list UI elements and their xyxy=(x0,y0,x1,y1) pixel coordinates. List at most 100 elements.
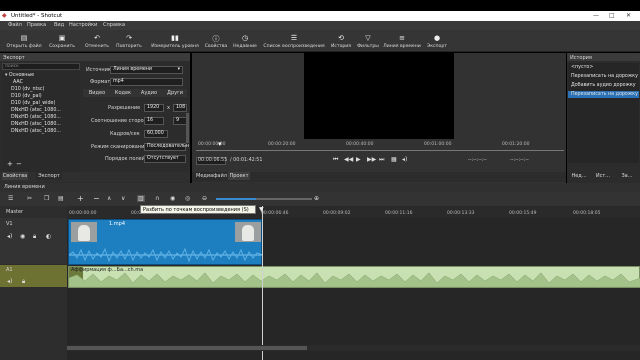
menu-file[interactable]: Файл xyxy=(8,23,22,28)
aspect-b-input[interactable]: 9 xyxy=(173,117,187,125)
tab-source[interactable]: Медиафайл xyxy=(196,172,227,180)
remove-icon[interactable]: − xyxy=(93,194,100,203)
preset-item[interactable]: DNxHD (atsc_1080... xyxy=(2,114,80,121)
redo-button[interactable]: ↷ Повторить xyxy=(113,30,145,52)
tab-history[interactable]: Ист... xyxy=(593,172,613,180)
audio-clip[interactable]: Аффирмация ф...Ба...ch.ma xyxy=(68,266,640,288)
vertical-scrollbar[interactable] xyxy=(186,113,189,143)
preset-item[interactable]: D10 (dv_pal) xyxy=(2,93,80,100)
menu-edit[interactable]: Правка xyxy=(27,23,46,28)
add-preset-button[interactable]: + xyxy=(7,161,13,168)
cut-icon[interactable]: ✂ xyxy=(27,195,32,202)
tab-project[interactable]: Проект xyxy=(228,172,250,180)
zoom-slider[interactable] xyxy=(216,198,312,200)
preset-item[interactable]: DNxHD (atsc_1080... xyxy=(2,128,80,135)
tab-codec[interactable]: Кодек xyxy=(111,89,135,97)
menu-settings[interactable]: Настройки xyxy=(69,23,97,28)
play-icon[interactable]: ▶ xyxy=(356,156,361,163)
resolution-width-input[interactable]: 1920 xyxy=(144,104,164,112)
tab-export[interactable]: Экспорт xyxy=(36,172,62,180)
lock-icon[interactable]: 🔒︎ xyxy=(33,233,36,241)
history-item[interactable]: Добавить аудио дорожку xyxy=(568,82,639,89)
timeline-area[interactable]: 00:00:00:00 00:00:04:37 00:00:09:02 00:0… xyxy=(67,205,640,360)
remove-preset-button[interactable]: − xyxy=(16,161,22,168)
tab-jobs[interactable]: За... xyxy=(617,172,637,180)
mute-icon[interactable]: ◂) xyxy=(7,278,12,285)
preset-item[interactable]: DNxHD (atsc_1080... xyxy=(2,121,80,128)
volume-icon[interactable]: ◂) xyxy=(402,156,407,163)
history-item[interactable]: Перезаписать на дорожку xyxy=(568,73,639,80)
save-button[interactable]: ▣ Сохранить xyxy=(46,30,78,52)
toggle-zoom-icon[interactable]: ▦ xyxy=(391,156,397,163)
tab-properties[interactable]: Свойства xyxy=(2,172,28,180)
hide-icon[interactable]: ◉ xyxy=(20,233,25,240)
recent-button[interactable]: ◷ Недавние xyxy=(230,30,260,52)
source-select[interactable]: Линия времени ▾ xyxy=(110,66,183,74)
scrub-icon[interactable]: ◉ xyxy=(170,195,175,202)
skip-next-icon[interactable]: ⏭ xyxy=(379,156,384,164)
overwrite-icon[interactable]: ∨ xyxy=(121,195,125,202)
zoom-out-icon[interactable]: ⊖ xyxy=(202,195,207,202)
preset-item[interactable]: ▾ Основные xyxy=(2,72,80,79)
maximize-button[interactable]: □ xyxy=(609,13,615,19)
history-item-selected[interactable]: Перезаписать на дорожку xyxy=(568,91,639,98)
rewind-icon[interactable]: ◀◀ xyxy=(344,156,353,163)
minimize-button[interactable]: — xyxy=(593,13,599,19)
player-playhead-icon[interactable]: ▾ xyxy=(218,141,222,148)
history-button[interactable]: ⟲ История xyxy=(328,30,354,52)
ripple-icon[interactable]: ◎ xyxy=(185,195,190,202)
out-point: --:--:--:-- xyxy=(510,158,529,163)
preset-item[interactable]: DNxHD (atsc_1080... xyxy=(2,107,80,114)
export-button[interactable]: ● Экспорт xyxy=(424,30,450,52)
field-order-select[interactable]: Отсутствует xyxy=(144,155,186,163)
append-icon[interactable]: + xyxy=(77,194,84,203)
mute-icon[interactable]: ◂) xyxy=(7,233,12,240)
menu-icon[interactable]: ☰ xyxy=(8,195,13,202)
properties-button[interactable]: ⓘ Свойства xyxy=(202,30,230,52)
preset-item[interactable]: AAC xyxy=(2,79,80,86)
tab-recent[interactable]: Нед... xyxy=(569,172,589,180)
playlist-button[interactable]: ☰ Список воспроизведения xyxy=(261,30,327,52)
close-button[interactable]: ✕ xyxy=(626,13,631,19)
menu-view[interactable]: Вид xyxy=(54,23,64,28)
filters-button[interactable]: ▽ Фильтры xyxy=(355,30,381,52)
scan-mode-select[interactable]: Последовательн xyxy=(144,143,189,151)
skip-previous-icon[interactable]: ⏮ xyxy=(333,156,338,164)
snap-icon[interactable]: ∩ xyxy=(155,195,159,202)
menu-help[interactable]: Справка xyxy=(103,23,125,28)
panel-tabs: Свойства Экспорт xyxy=(0,172,190,182)
save-icon: ▣ xyxy=(58,34,66,42)
zoom-in-icon[interactable]: ⊕ xyxy=(314,195,319,202)
playlist-icon: ☰ xyxy=(290,34,298,42)
composite-icon[interactable]: ◐ xyxy=(46,233,51,240)
fast-forward-icon[interactable]: ▶▶ xyxy=(367,156,376,163)
tab-other[interactable]: Други xyxy=(163,89,187,97)
resolution-label: Разрешение xyxy=(108,105,141,111)
level-meter-button[interactable]: ▮▮ Измеритель уровня xyxy=(148,30,202,52)
resolution-height-input[interactable]: 108 xyxy=(173,104,187,112)
lock-icon[interactable]: 🔒︎ xyxy=(22,278,25,286)
player-ruler[interactable]: 00:00:00:00 00:00:20:00 00:00:40:00 00:0… xyxy=(196,141,564,151)
tab-video[interactable]: Видео xyxy=(85,89,109,97)
aspect-a-input[interactable]: 16 xyxy=(144,117,164,125)
history-item[interactable]: <пусто> xyxy=(568,64,639,71)
preset-search-input[interactable]: поиск xyxy=(2,63,80,70)
split-icon[interactable]: ▥ xyxy=(137,195,145,202)
timeline-playhead[interactable] xyxy=(262,206,263,360)
lift-icon[interactable]: ∧ xyxy=(107,195,111,202)
video-clip[interactable]: 1.mp4 xyxy=(68,219,263,265)
preset-item[interactable]: D10 (dv_ntsc) xyxy=(2,86,80,93)
undo-button[interactable]: ↶ Отменить xyxy=(81,30,113,52)
playhead-marker-icon[interactable]: ▼ xyxy=(259,207,264,213)
tab-audio[interactable]: Аудио xyxy=(137,89,161,97)
format-select[interactable]: mp4 xyxy=(110,78,183,86)
fps-input[interactable]: 60,000 xyxy=(144,130,168,138)
player-panel: 00:00:00:00 00:00:20:00 00:00:40:00 00:0… xyxy=(192,53,566,183)
timeline-scrollbar[interactable] xyxy=(67,345,640,351)
open-file-button[interactable]: ▤ Открыть файл xyxy=(4,30,44,52)
copy-icon[interactable]: ❐ xyxy=(44,195,49,202)
preset-item[interactable]: D10 (dv_pal_wide) xyxy=(2,100,80,107)
timeline-button[interactable]: ≡ Линия времени xyxy=(382,30,422,52)
current-time-field[interactable]: 00:00:06:55 xyxy=(196,157,227,165)
paste-icon[interactable]: ▤ xyxy=(58,195,64,202)
